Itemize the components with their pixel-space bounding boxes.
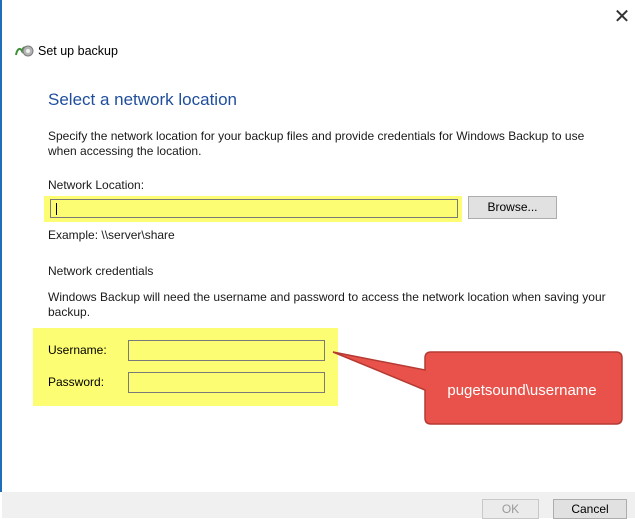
title-row: Set up backup — [14, 41, 118, 61]
network-location-input[interactable] — [50, 199, 458, 218]
username-input[interactable] — [128, 340, 325, 361]
backup-dialog: ✕ Set up backup Select a network locatio… — [0, 0, 635, 519]
close-icon: ✕ — [613, 6, 631, 28]
backup-app-icon — [15, 45, 34, 57]
password-label: Password: — [48, 375, 105, 389]
text-caret — [56, 203, 57, 215]
credentials-section-label: Network credentials — [48, 264, 154, 278]
network-location-label: Network Location: — [48, 178, 145, 192]
page-description: Specify the network location for your ba… — [48, 129, 585, 158]
password-input[interactable] — [128, 372, 325, 393]
callout-text: pugetsound\username — [447, 382, 597, 399]
network-location-example: Example: \\server\share — [48, 228, 175, 242]
window-border — [0, 0, 2, 492]
credentials-description: Windows Backup will need the username an… — [48, 290, 606, 319]
cancel-button[interactable]: Cancel — [553, 499, 627, 519]
browse-button[interactable]: Browse... — [468, 196, 557, 219]
page-heading: Select a network location — [48, 90, 237, 109]
window-title: Set up backup — [38, 44, 118, 58]
username-label: Username: — [48, 343, 107, 357]
dialog-footer — [2, 492, 635, 518]
ok-button[interactable]: OK — [482, 499, 539, 519]
close-button[interactable]: ✕ — [611, 6, 633, 28]
